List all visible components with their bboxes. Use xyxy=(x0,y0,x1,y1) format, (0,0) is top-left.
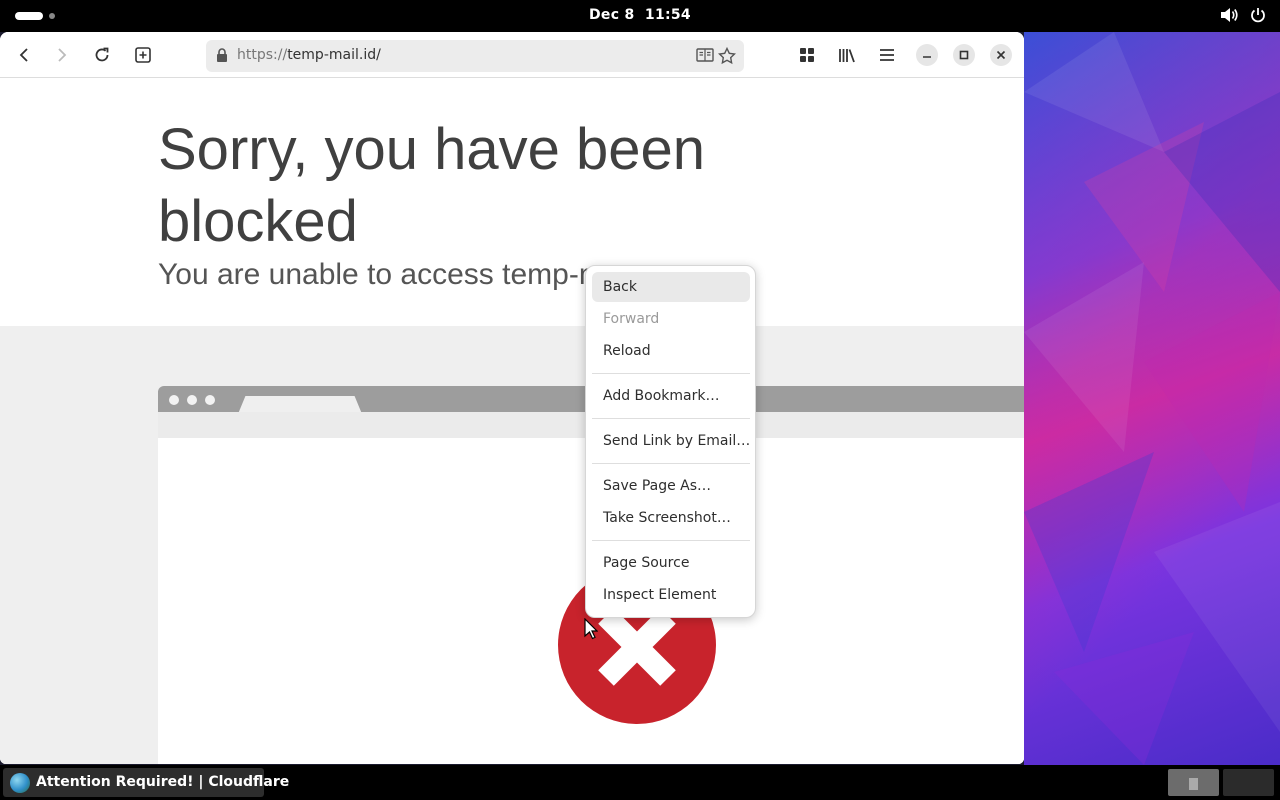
minimize-button[interactable] xyxy=(916,44,938,66)
close-icon xyxy=(996,50,1006,60)
top-bar: Dec 8 11:54 xyxy=(0,0,1280,32)
clock[interactable]: Dec 8 11:54 xyxy=(0,7,1280,23)
menu-item-reload[interactable]: Reload xyxy=(592,336,750,366)
desktop-wallpaper xyxy=(1024,32,1280,765)
menu-item-inspect[interactable]: Inspect Element xyxy=(592,580,750,610)
power-icon xyxy=(1251,8,1265,23)
blocked-header: Sorry, you have been blocked You are una… xyxy=(0,78,1024,326)
back-icon xyxy=(19,48,28,62)
close-button[interactable] xyxy=(990,44,1012,66)
menu-item-page-source[interactable]: Page Source xyxy=(592,548,750,578)
apps-grid-icon xyxy=(800,48,814,62)
page-subtitle: You are unable to access temp-m xyxy=(158,258,604,291)
url-protocol: https:// xyxy=(237,47,288,63)
menu-separator xyxy=(592,540,750,541)
illustration-dot xyxy=(187,395,197,405)
menu-button[interactable] xyxy=(875,43,899,67)
menu-item-screenshot[interactable]: Take Screenshot… xyxy=(592,503,750,533)
reload-button[interactable] xyxy=(90,43,114,67)
taskbar: Attention Required! | Cloudflare xyxy=(0,765,1280,800)
forward-icon xyxy=(58,48,67,62)
wallpaper-pattern xyxy=(1024,32,1280,765)
menu-item-forward[interactable]: Forward xyxy=(592,304,750,334)
menu-separator xyxy=(592,463,750,464)
url-host: temp-mail.id/ xyxy=(287,47,381,63)
clock-time: 11:54 xyxy=(644,7,691,23)
taskbar-window-title: Attention Required! | Cloudflare xyxy=(36,774,290,790)
new-tab-button[interactable] xyxy=(131,43,155,67)
system-menu[interactable] xyxy=(1220,7,1266,23)
menu-item-send-link[interactable]: Send Link by Email… xyxy=(592,426,750,456)
library-icon xyxy=(839,49,855,63)
menu-item-save-page[interactable]: Save Page As… xyxy=(592,471,750,501)
bookmark-star-icon[interactable] xyxy=(718,47,736,65)
web-page: Sorry, you have been blocked You are una… xyxy=(0,78,1024,764)
url-text: https://temp-mail.id/ xyxy=(237,47,381,63)
lock-icon xyxy=(217,48,227,62)
clock-date: Dec 8 xyxy=(589,7,635,23)
maximize-button[interactable] xyxy=(953,44,975,66)
illustration-dot xyxy=(205,395,215,405)
volume-icon xyxy=(1221,8,1238,22)
menu-separator xyxy=(592,418,750,419)
minimize-icon xyxy=(923,56,931,58)
forward-button[interactable] xyxy=(50,43,74,67)
menu-separator xyxy=(592,373,750,374)
new-tab-icon xyxy=(135,47,151,63)
taskbar-window-button[interactable]: Attention Required! | Cloudflare xyxy=(3,768,289,797)
workspace-1[interactable] xyxy=(1168,769,1219,796)
library-button[interactable] xyxy=(835,43,859,67)
illustration-dot xyxy=(169,395,179,405)
context-menu: Back Forward Reload Add Bookmark… Send L… xyxy=(585,265,756,618)
mouse-cursor-icon xyxy=(584,618,598,640)
menu-item-add-bookmark[interactable]: Add Bookmark… xyxy=(592,381,750,411)
back-button[interactable] xyxy=(12,43,36,67)
apps-button[interactable] xyxy=(795,43,819,67)
menu-icon xyxy=(880,49,894,61)
reload-icon xyxy=(95,47,109,62)
page-title: Sorry, you have been blocked xyxy=(158,117,706,254)
globe-icon xyxy=(10,773,30,793)
url-bar[interactable]: https://temp-mail.id/ xyxy=(206,40,744,72)
menu-item-back[interactable]: Back xyxy=(592,272,750,302)
workspace-2[interactable] xyxy=(1223,769,1274,796)
maximize-icon xyxy=(959,50,969,60)
reader-view-icon[interactable] xyxy=(696,47,714,63)
browser-window: https://temp-mail.id/ Sorry, you have be… xyxy=(0,32,1024,764)
workspace-window-thumb xyxy=(1189,778,1198,790)
browser-toolbar: https://temp-mail.id/ xyxy=(0,32,1024,78)
